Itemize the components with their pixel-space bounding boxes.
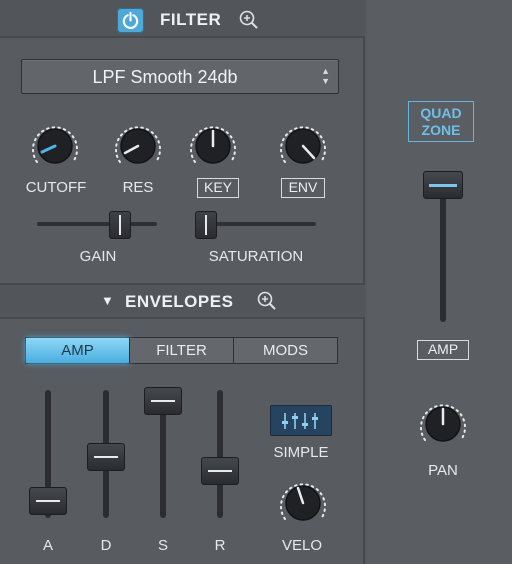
filter-title: FILTER — [160, 10, 222, 29]
release-slider-track[interactable] — [217, 390, 223, 518]
key-label[interactable]: KEY — [197, 178, 239, 198]
velocity-knob[interactable] — [273, 475, 333, 531]
gain-label: GAIN — [79, 248, 117, 265]
amp-fader[interactable] — [423, 171, 463, 199]
cutoff-knob[interactable] — [25, 118, 85, 174]
filter-type-value: LPF Smooth 24db — [92, 67, 238, 87]
attack-label: A — [42, 537, 53, 554]
release-label: R — [214, 537, 226, 554]
quad-zone-line1: QUAD — [420, 105, 462, 121]
velo-label: VELO — [281, 537, 323, 554]
filter-zoom-in-icon[interactable] — [238, 9, 260, 31]
quad-zone-button[interactable]: QUAD ZONE — [408, 101, 474, 142]
saturation-label: SATURATION — [208, 248, 304, 265]
cutoff-label: CUTOFF — [25, 179, 87, 196]
pan-label: PAN — [428, 462, 458, 479]
envelope-tabs: AMP FILTER MODS — [25, 337, 338, 364]
envelopes-zoom-in-icon[interactable] — [256, 290, 278, 312]
filter-type-dropdown[interactable]: LPF Smooth 24db ▲ ▼ — [21, 59, 339, 94]
sustain-fader[interactable] — [144, 387, 182, 415]
power-icon — [122, 11, 139, 29]
tab-amp[interactable]: AMP — [26, 338, 130, 363]
key-tracking-knob[interactable] — [183, 118, 243, 174]
amp-label: AMP — [417, 340, 469, 360]
pan-knob[interactable] — [413, 396, 473, 452]
gain-slider-track[interactable] — [37, 222, 157, 226]
release-fader[interactable] — [201, 457, 239, 485]
filter-power-button[interactable] — [117, 8, 144, 33]
decay-label: D — [100, 537, 112, 554]
amp-slider-track[interactable] — [440, 180, 446, 322]
env-label[interactable]: ENV — [281, 178, 325, 198]
eq-sliders-icon — [282, 413, 318, 429]
resonance-knob[interactable] — [108, 118, 168, 174]
envelopes-title: ENVELOPES — [125, 292, 234, 311]
sustain-label: S — [157, 537, 168, 554]
gain-slider-thumb[interactable] — [109, 211, 131, 239]
saturation-slider-thumb[interactable] — [195, 211, 217, 239]
decay-fader[interactable] — [87, 443, 125, 471]
tab-filter[interactable]: FILTER — [130, 338, 234, 363]
collapse-triangle-icon[interactable]: ▼ — [101, 293, 114, 308]
tab-mods[interactable]: MODS — [234, 338, 337, 363]
envelope-amount-knob[interactable] — [273, 118, 333, 174]
simple-label: SIMPLE — [273, 444, 329, 461]
quad-zone-line2: ZONE — [421, 122, 461, 138]
attack-fader[interactable] — [29, 487, 67, 515]
simple-mode-button[interactable] — [270, 405, 332, 436]
resonance-label: RES — [122, 179, 154, 196]
updown-arrows-icon: ▲ ▼ — [321, 66, 330, 86]
